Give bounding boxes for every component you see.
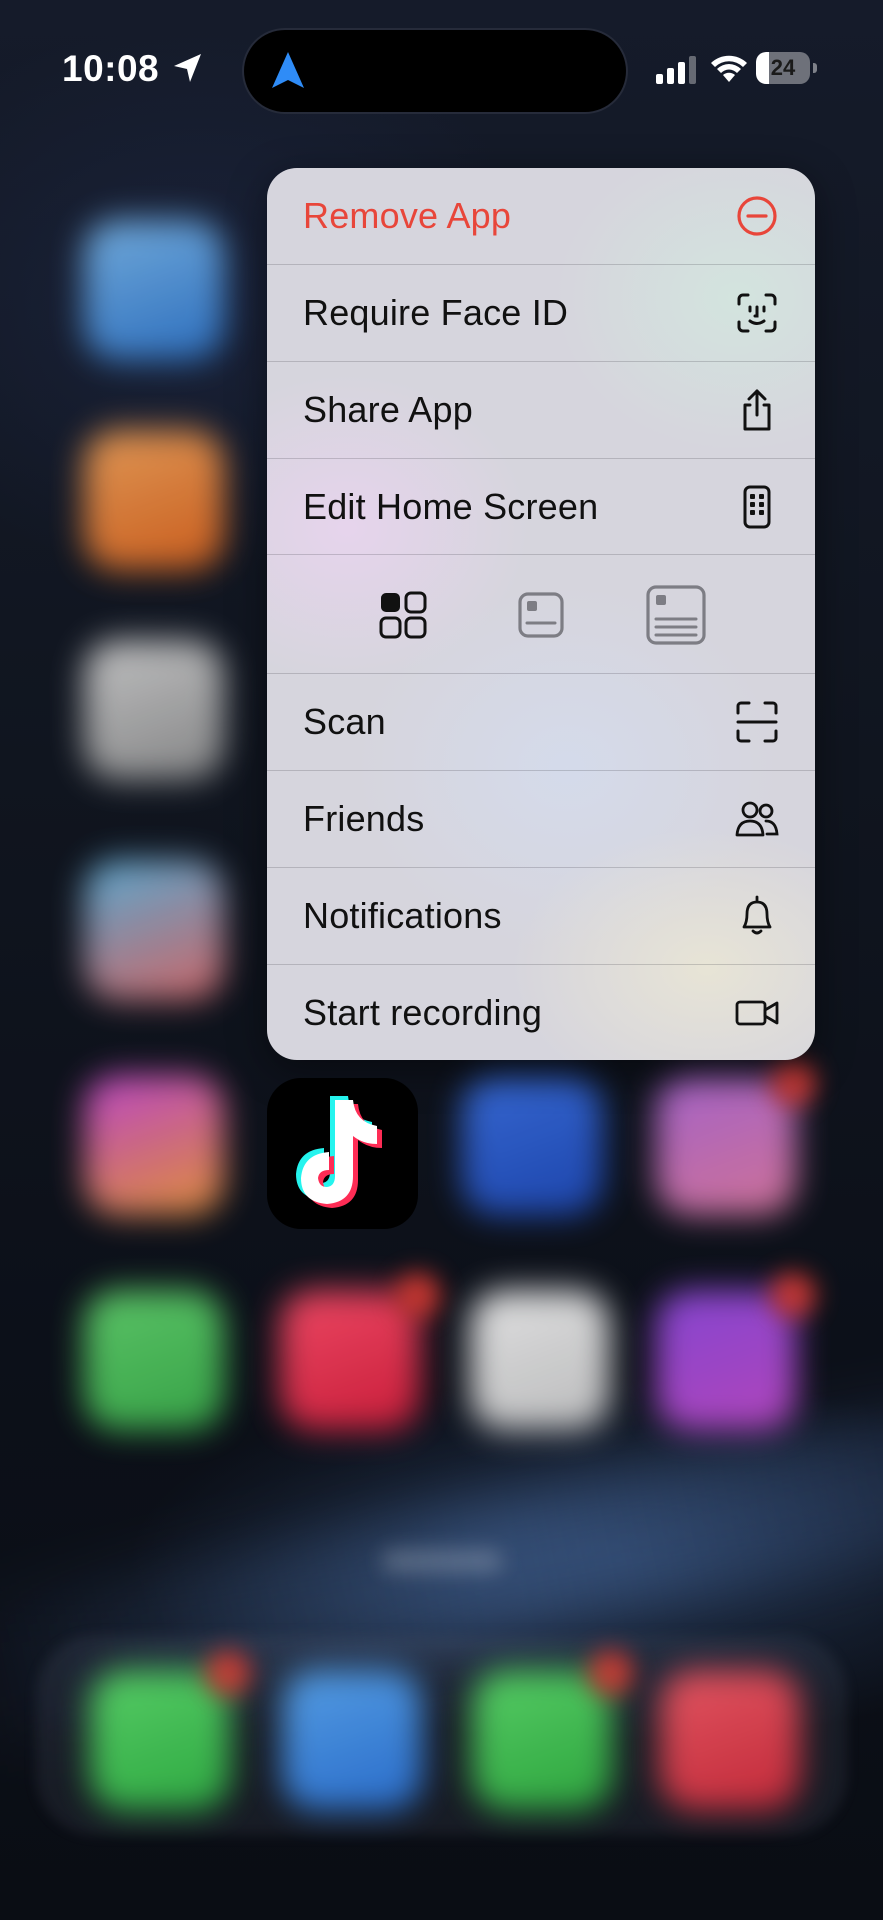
status-time: 10:08 [62,48,160,89]
menu-item-label: Friends [303,798,425,839]
menu-item-label: Start recording [303,991,543,1033]
blurred-app-icon [84,860,224,1000]
app-context-menu: Remove App Require Face ID Share App Edi… [267,168,815,1060]
menu-item-label: Share App [303,389,473,430]
friends-button[interactable]: Friends [267,771,815,868]
battery-cap [813,63,817,73]
blurred-notification-badge [770,1272,816,1318]
menu-item-label: Scan [303,701,386,742]
status-bar: 10:08 24 [0,0,883,140]
blurred-app-icon [84,430,224,570]
share-app-button[interactable]: Share App [267,362,815,459]
blurred-app-icon [656,1290,796,1430]
blurred-app-icon [84,220,224,360]
blurred-notification-badge [770,1060,816,1106]
tiktok-app-icon[interactable] [267,1078,418,1229]
edit-home-screen-button[interactable]: Edit Home Screen [267,459,815,555]
icon-size-selector [267,555,815,674]
require-face-id-button[interactable]: Require Face ID [267,265,815,362]
bell-icon [742,895,772,935]
face-id-icon [737,293,777,333]
blurred-app-icon [470,1290,610,1430]
blurred-app-icon [462,1075,602,1215]
blurred-dock-icon [660,1670,800,1810]
notifications-button[interactable]: Notifications [267,868,815,965]
menu-item-label: Edit Home Screen [303,485,599,527]
remove-app-button[interactable]: Remove App [267,168,815,265]
blurred-notification-badge [205,1650,251,1696]
blurred-page-indicator [382,1550,502,1572]
blurred-app-icon [84,1075,224,1215]
scan-button[interactable]: Scan [267,674,815,771]
battery-level: 24 [770,55,796,80]
blurred-app-icon [84,1290,224,1430]
blurred-dock-icon [282,1670,422,1810]
tiktok-icon [296,1096,382,1208]
wifi-icon [711,55,747,82]
blurred-app-icon [84,640,224,780]
small-icon-grid-icon[interactable] [373,585,433,645]
menu-item-label: Remove App [303,195,512,236]
friends-icon [735,801,779,837]
location-arrow-icon [174,54,201,82]
video-camera-icon [735,1000,779,1025]
medium-widget-icon[interactable] [511,585,571,645]
blurred-notification-badge [395,1272,441,1318]
share-icon [743,389,771,431]
blurred-dock-icon [472,1670,612,1810]
navigation-arrow-icon [272,52,304,88]
battery-body: 24 [756,52,810,84]
dynamic-island[interactable] [244,30,626,112]
battery-icon: 24 [756,52,818,84]
minus-circle-icon [737,196,777,236]
cellular-signal-icon [656,56,696,84]
phone-apps-icon [743,485,771,528]
blurred-app-icon [280,1290,420,1430]
home-screen: 10:08 24 Remove App Require Face ID Shar… [0,0,883,1920]
menu-item-label: Notifications [303,895,502,936]
blurred-dock-icon [90,1670,230,1810]
large-widget-icon[interactable] [646,585,706,645]
menu-item-label: Require Face ID [303,292,569,333]
start-recording-button[interactable]: Start recording [267,965,815,1060]
scan-frame-icon [736,701,778,743]
blurred-notification-badge [588,1650,634,1696]
